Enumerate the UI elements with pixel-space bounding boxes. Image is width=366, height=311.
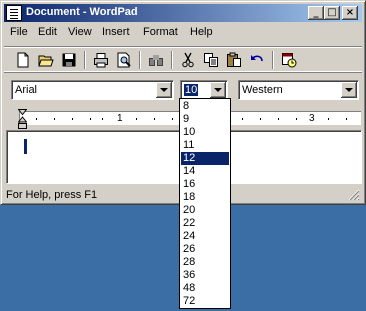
ruler-tick [328,118,329,120]
font-size-dropdown-list: 8 9 10 11 12 14 16 18 20 22 24 26 28 36 … [179,98,231,309]
ruler-tick [172,118,173,120]
text-caret [24,139,27,154]
ruler-tick [54,118,55,120]
copy-button[interactable] [200,50,222,70]
toolbar-separator [171,51,173,69]
toolbar-separator [139,51,141,69]
size-option-18[interactable]: 18 [181,191,229,204]
size-option-12[interactable]: 12 [181,152,229,165]
save-button[interactable] [58,50,80,70]
wordpad-app-icon[interactable] [6,5,22,21]
size-option-36[interactable]: 36 [181,269,229,282]
font-name-combo[interactable]: Arial [11,80,174,100]
ruler-tick [278,118,279,120]
title-bar[interactable]: Document - WordPad _ □ × [4,4,362,22]
menu-bar: File Edit View Insert Format Help [4,24,362,42]
minimize-button[interactable]: _ [308,6,324,20]
ruler-tick [102,118,103,120]
cut-button[interactable] [177,50,199,70]
print-preview-icon [117,52,131,68]
size-option-28[interactable]: 28 [181,256,229,269]
menu-file[interactable]: File [10,26,28,38]
resize-grip-icon[interactable] [348,189,360,201]
toolbar-separator [84,51,86,69]
open-icon [38,55,54,67]
size-option-9[interactable]: 9 [181,113,229,126]
find-icon [149,55,163,66]
date-time-icon [282,53,297,68]
print-icon [94,53,108,68]
ruler-tick [90,118,91,120]
menu-help[interactable]: Help [190,26,213,38]
size-option-10[interactable]: 10 [181,126,229,139]
status-text: For Help, press F1 [6,189,98,201]
chevron-down-icon[interactable] [156,82,172,98]
menu-format[interactable]: Format [143,26,178,38]
new-button[interactable] [12,50,34,70]
print-preview-button[interactable] [113,50,135,70]
size-option-16[interactable]: 16 [181,178,229,191]
find-button[interactable] [145,50,167,70]
close-button[interactable]: × [342,6,358,20]
undo-button[interactable] [246,50,268,70]
indent-markers-icon[interactable] [18,109,27,129]
ruler-tick [242,118,243,120]
font-size-value: 10 [182,83,200,97]
window-title: Document - WordPad [26,6,138,18]
size-option-14[interactable]: 14 [181,165,229,178]
font-name-value: Arial [15,84,38,96]
script-value: Western [242,84,283,96]
size-option-48[interactable]: 48 [181,282,229,295]
paste-icon [227,52,241,67]
size-option-8[interactable]: 8 [181,100,229,113]
size-option-11[interactable]: 11 [181,139,229,152]
new-icon [17,52,29,68]
maximize-button[interactable]: □ [324,6,340,20]
ruler-label: 3 [309,113,315,124]
toolbar-separator [272,51,274,69]
cut-icon [182,52,194,68]
size-option-20[interactable]: 20 [181,204,229,217]
menu-edit[interactable]: Edit [38,26,57,38]
size-option-26[interactable]: 26 [181,243,229,256]
chevron-down-icon[interactable] [210,82,226,98]
ruler-tick [36,118,37,120]
ruler-tick [72,118,73,120]
ruler-label: 1 [117,113,123,124]
size-option-24[interactable]: 24 [181,230,229,243]
date-time-button[interactable] [278,50,300,70]
print-button[interactable] [90,50,112,70]
ruler-tick [260,118,261,120]
chevron-down-icon[interactable] [341,82,357,98]
menu-view[interactable]: View [68,26,92,38]
copy-icon [204,53,218,67]
ruler-tick [346,118,347,120]
script-combo[interactable]: Western [238,80,359,100]
ruler-tick [296,118,297,120]
paste-button[interactable] [223,50,245,70]
font-size-combo[interactable]: 10 [180,80,228,100]
size-option-72[interactable]: 72 [181,295,229,308]
save-icon [62,53,76,67]
size-option-22[interactable]: 22 [181,217,229,230]
standard-toolbar [4,46,362,72]
undo-icon [251,55,263,62]
ruler-tick [136,118,137,120]
open-button[interactable] [35,50,57,70]
ruler-tick [154,118,155,120]
menu-insert[interactable]: Insert [102,26,130,38]
